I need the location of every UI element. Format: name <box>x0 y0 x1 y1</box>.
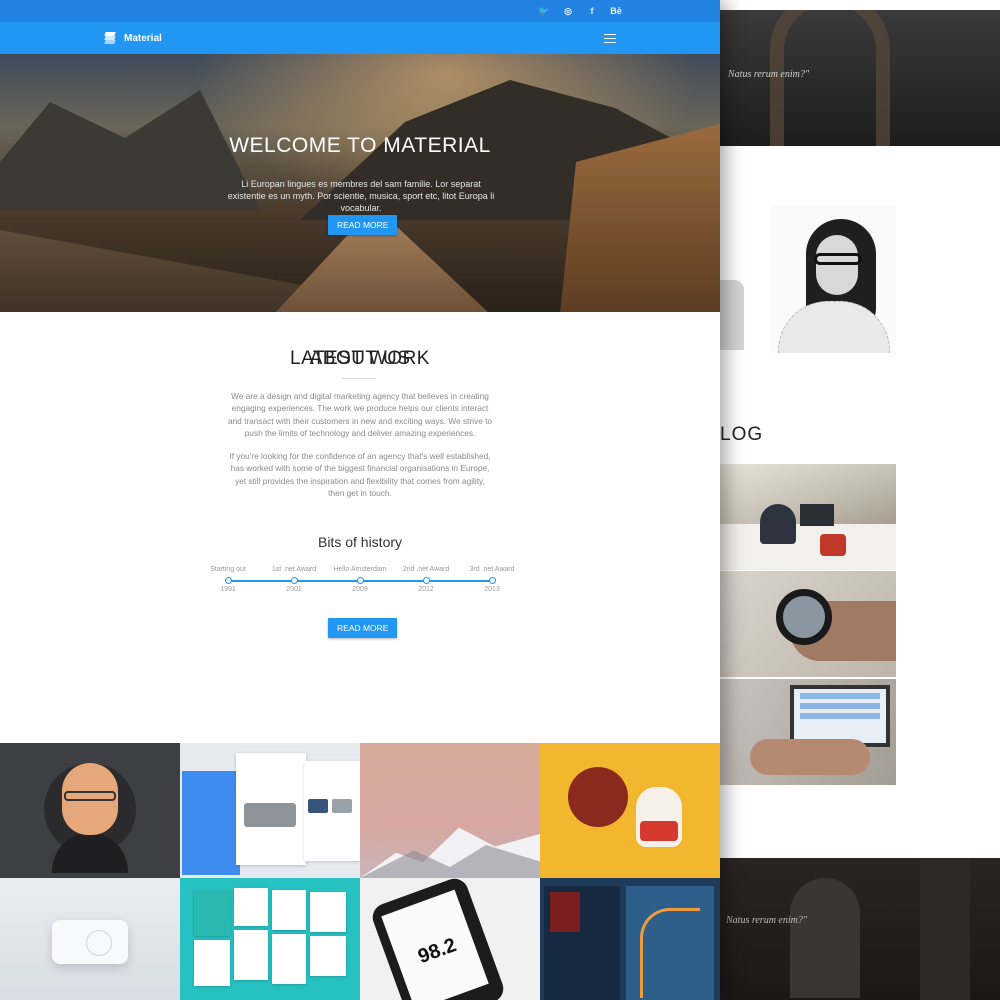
screen-row <box>800 713 880 719</box>
milestone-year: 2013 <box>484 586 500 593</box>
team-portrait-partial <box>720 280 744 350</box>
footer-column <box>920 858 970 1000</box>
typing-hands <box>750 739 870 775</box>
radio-dial <box>86 930 112 956</box>
twitter-icon[interactable]: 🐦 <box>538 6 550 17</box>
milestone-dot <box>290 577 298 584</box>
office-person <box>760 504 796 544</box>
history-timeline: Starting out 1991 1st .net Award 2001 He… <box>210 566 520 602</box>
milestone-dot <box>488 577 496 584</box>
app-panel <box>182 771 240 875</box>
work-tile-white-radio[interactable] <box>0 878 180 1000</box>
layers-icon <box>104 32 116 44</box>
front-page: 🐦 ◎ f Bē Material WELCOME TO MATERIAL Li… <box>0 0 720 1000</box>
mockup-doc <box>194 940 230 986</box>
mockup-doc <box>310 892 346 932</box>
portrait-glasses <box>814 253 862 265</box>
footer-person <box>790 878 860 998</box>
milestone-label: Starting out <box>210 566 246 573</box>
screen-row <box>800 693 880 699</box>
brand-logo[interactable]: Material <box>104 32 162 44</box>
milestone-year: 1991 <box>220 586 236 593</box>
about-read-more-button[interactable]: READ MORE <box>328 618 398 638</box>
sofa-image <box>332 799 352 813</box>
work-tile-hen-and-cat[interactable] <box>540 743 720 878</box>
back-footer-image: Natus rerum enim?" <box>720 858 1000 1000</box>
milestone-year: 2012 <box>418 586 434 593</box>
timeline-milestone[interactable]: Starting out 1991 <box>198 566 258 593</box>
milestone-dot <box>224 577 232 584</box>
navbar: Material <box>0 22 720 54</box>
about-paragraph-2: If you're looking for the confidence of … <box>229 451 491 498</box>
latest-work-grid: 98.2 <box>0 743 720 1000</box>
history-title: Bits of history <box>317 534 403 550</box>
tile-glasses <box>64 791 116 801</box>
camera-lens <box>776 589 832 645</box>
mockup-doc <box>194 890 230 936</box>
cat-pants <box>640 821 678 841</box>
office-monitor <box>800 504 834 526</box>
milestone-label: 2nd .net Award <box>402 566 450 573</box>
work-tile-portrait-illustration[interactable] <box>0 743 180 878</box>
behance-icon[interactable]: Bē <box>610 6 622 16</box>
milestone-year: 2009 <box>352 586 368 593</box>
map-route <box>640 908 700 998</box>
dribbble-icon[interactable]: ◎ <box>562 6 574 17</box>
blog-image-laptop[interactable] <box>720 679 896 785</box>
about-section: ABOUT US We are a design and digital mar… <box>0 312 720 738</box>
work-tile-movie-app[interactable] <box>540 878 720 1000</box>
office-desk <box>720 524 896 570</box>
milestone-label: 3rd .net Award <box>469 566 515 573</box>
team-portrait-woman <box>770 205 896 353</box>
work-tile-stationery-mockups[interactable] <box>180 878 360 1000</box>
blog-section-title: LOG <box>720 424 764 445</box>
mockup-doc <box>272 934 306 984</box>
milestone-dot <box>356 577 364 584</box>
timeline-milestone[interactable]: 3rd .net Award 2013 <box>462 566 522 593</box>
blog-image-office[interactable] <box>720 464 896 570</box>
title-divider <box>342 378 376 379</box>
milestone-dot <box>422 577 430 584</box>
sofa-image <box>244 803 296 827</box>
back-page-preview: Natus rerum enim?" LOG Natus rerum enim?… <box>700 0 1000 1000</box>
work-tile-furniture-app[interactable] <box>180 743 360 878</box>
facebook-icon[interactable]: f <box>586 6 598 16</box>
top-bar: 🐦 ◎ f Bē <box>0 0 720 22</box>
hero-title: WELCOME TO MATERIAL <box>229 134 491 157</box>
milestone-label: 1st .net Award <box>271 566 317 573</box>
hen-illustration <box>568 767 628 827</box>
work-tile-lowpoly-mountains[interactable] <box>360 743 540 878</box>
office-chair <box>820 534 846 556</box>
blog-image-lens[interactable] <box>720 571 896 677</box>
screen-row <box>800 703 880 709</box>
hero-section: WELCOME TO MATERIAL Li Europan lingues e… <box>0 54 720 312</box>
latest-work-title: LATEST WORK <box>290 348 430 369</box>
milestone-year: 2001 <box>286 586 302 593</box>
hamburger-menu-icon[interactable] <box>604 33 616 43</box>
sofa-image <box>308 799 328 813</box>
mockup-doc <box>234 888 268 926</box>
mockup-doc <box>234 930 268 980</box>
movie-poster <box>550 892 580 932</box>
laptop-screen <box>790 685 890 747</box>
hero-text: Li Europan lingues es membres del sam fa… <box>227 179 495 213</box>
brand-name: Material <box>124 32 162 44</box>
hero-read-more-button[interactable]: READ MORE <box>328 215 398 235</box>
timeline-milestone[interactable]: Hello Amsterdam 2009 <box>330 566 390 593</box>
back-footer-quote: Natus rerum enim?" <box>726 915 808 926</box>
back-hero-quote: Natus rerum enim?" <box>728 69 810 80</box>
portrait-face <box>816 235 858 295</box>
work-tile-radio-app-phone[interactable]: 98.2 <box>360 878 540 1000</box>
mockup-doc <box>310 936 346 976</box>
mockup-doc <box>272 890 306 930</box>
milestone-label: Hello Amsterdam <box>333 566 387 573</box>
about-paragraph-1: We are a design and digital marketing ag… <box>227 391 493 438</box>
timeline-milestone[interactable]: 2nd .net Award 2012 <box>396 566 456 593</box>
back-hero-bridge-image: Natus rerum enim?" <box>720 10 1000 146</box>
timeline-milestone[interactable]: 1st .net Award 2001 <box>264 566 324 593</box>
